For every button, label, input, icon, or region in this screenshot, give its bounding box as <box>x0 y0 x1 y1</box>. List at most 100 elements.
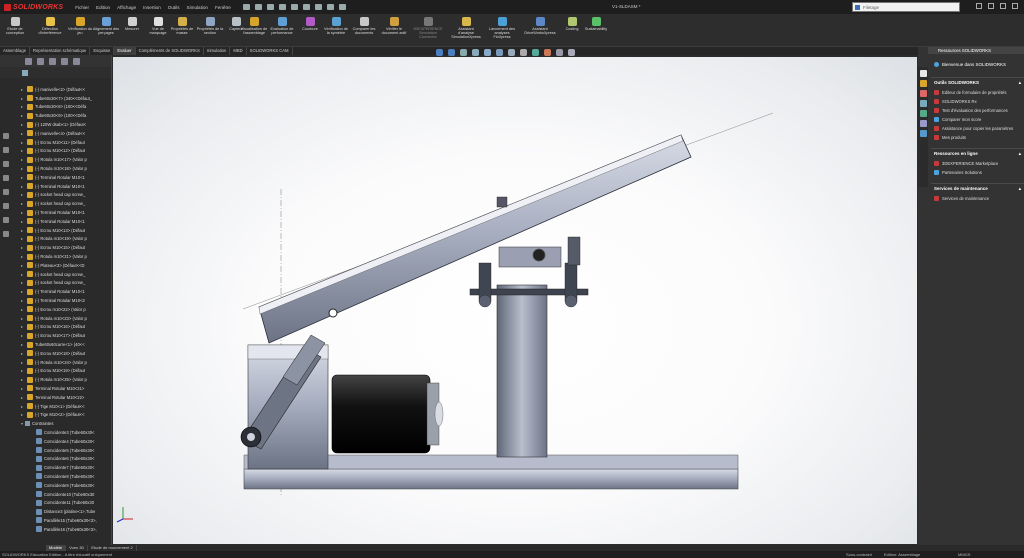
expand-arrow-icon[interactable]: ▸ <box>21 377 25 382</box>
expand-arrow-icon[interactable]: ▸ <box>21 219 25 224</box>
zoom-fit-icon[interactable] <box>436 49 443 56</box>
ribbon-button[interactable]: Etude de conception <box>2 17 28 35</box>
minimize-icon[interactable] <box>1000 3 1006 9</box>
collapse-icon[interactable]: ▴ <box>1019 151 1021 157</box>
ribbon-button[interactable]: Assistant DriveWorksXpress <box>524 17 556 35</box>
tree-item[interactable]: Coïncidente6 (Tube60x30< <box>0 454 112 463</box>
appearances-icon[interactable] <box>919 110 927 117</box>
graphics-area[interactable] <box>113 57 917 544</box>
tree-item[interactable]: ▸ (-) manivelle<4> (Défaut<< <box>0 129 112 138</box>
tree-item[interactable]: ▸ (-) Ecrou M10<15> (Défaut <box>0 243 112 252</box>
motor[interactable] <box>331 374 431 454</box>
menu-item[interactable]: Outils <box>168 5 180 10</box>
command-tab[interactable]: Simulation <box>204 47 231 55</box>
home-tab-icon[interactable] <box>919 70 927 77</box>
task-pane-link[interactable]: SOLIDWORKS Rx <box>931 97 1024 106</box>
hide-show-icon[interactable] <box>520 49 527 56</box>
custom-properties-icon[interactable] <box>919 120 927 127</box>
expand-arrow-icon[interactable]: ▸ <box>21 96 25 101</box>
tree-item[interactable]: ▸ (-) socket head cap screw_ <box>0 191 112 200</box>
assembly-model[interactable] <box>113 57 917 544</box>
upper-bracket[interactable] <box>498 246 562 268</box>
command-tab[interactable]: MBD <box>230 47 247 55</box>
task-pane-link[interactable]: Editeur de formulaire de propriétés <box>931 88 1024 97</box>
feature-tree-icon[interactable] <box>25 57 32 65</box>
config-manager-icon[interactable] <box>49 57 56 65</box>
expand-arrow-icon[interactable]: ▸ <box>21 131 25 136</box>
undo-icon[interactable] <box>302 4 310 10</box>
ribbon-button[interactable]: Mesurer <box>118 17 146 31</box>
section-header[interactable]: Services de maintenance ▴ <box>931 183 1024 194</box>
pivot-right[interactable] <box>567 236 581 266</box>
bracket-pin[interactable] <box>532 248 546 262</box>
tree-item[interactable]: ▸ Tube60x30<7> (340<<Défaut_ <box>0 94 112 103</box>
mate-icon[interactable] <box>3 203 9 209</box>
motion-icon[interactable] <box>3 133 9 139</box>
property-manager-icon[interactable] <box>37 57 44 65</box>
help-icon[interactable] <box>976 3 982 9</box>
dynamic-annotation-icon[interactable] <box>484 49 491 56</box>
expand-arrow-icon[interactable]: ▸ <box>21 148 25 153</box>
expand-arrow-icon[interactable]: ▸ <box>21 166 25 171</box>
ribbon-button[interactable]: Courbure <box>296 17 324 31</box>
task-pane-link[interactable]: Mes produits <box>931 133 1024 142</box>
tree-item[interactable]: ▸ (-) Ecrou M10<13> (Défaut <box>0 226 112 235</box>
section-header[interactable]: Ressources en ligne ▴ <box>931 148 1024 159</box>
home-icon[interactable] <box>242 4 250 10</box>
view-orientation-icon[interactable] <box>496 49 503 56</box>
expand-arrow-icon[interactable]: ▸ <box>21 333 25 338</box>
scene-icon[interactable] <box>544 49 551 56</box>
tree-item[interactable]: Coïncidente3 (Tube60x30< <box>0 428 112 437</box>
close-icon[interactable] <box>1012 3 1018 9</box>
expand-arrow-icon[interactable]: ▸ <box>21 210 25 215</box>
expand-arrow-icon[interactable]: ▸ <box>21 351 25 356</box>
display-pane-icon[interactable] <box>568 49 575 56</box>
tree-item[interactable]: ▸ (-) socket head cap screw_ <box>0 279 112 288</box>
status-units[interactable]: MMGS <box>958 552 970 557</box>
tree-item[interactable]: ▸ (-) Rotula m10<25> (Valor p <box>0 375 112 384</box>
tree-item[interactable]: Coïncidente9 (Tube60x30< <box>0 481 112 490</box>
tool-icon[interactable] <box>3 189 9 195</box>
ribbon-button[interactable]: Alignement des perçages <box>92 17 120 35</box>
menu-item[interactable]: Simulation <box>187 5 208 10</box>
task-pane-link[interactable]: Services de maintenance <box>931 194 1024 203</box>
tree-item[interactable]: ▸ (-) Ecrou M10<17> (Défaut <box>0 331 112 340</box>
expand-arrow-icon[interactable]: ▸ <box>21 104 25 109</box>
expand-arrow-icon[interactable]: ▸ <box>21 175 25 180</box>
expand-arrow-icon[interactable]: ▸ <box>21 386 25 391</box>
expand-arrow-icon[interactable]: ▸ <box>21 316 25 321</box>
tree-item[interactable]: ▸ (-) 120W dsab<1> (Défaut< <box>0 120 112 129</box>
tree-item[interactable]: ▸ (-) Ecrou M10<16> (Défaut <box>0 323 112 332</box>
ribbon-button[interactable]: Assistant d'analyse SimulationXpress <box>451 17 481 40</box>
expand-arrow-icon[interactable]: ▸ <box>21 395 25 400</box>
tree-item[interactable]: ▸ (-) Plateau<3> (Défaut<<D <box>0 261 112 270</box>
tree-item[interactable]: ▸ (-) Ecrou M10<12> (Défaut <box>0 147 112 156</box>
expand-arrow-icon[interactable]: ▸ <box>21 192 25 197</box>
select-icon[interactable] <box>314 4 322 10</box>
tree-item[interactable]: ▸ (-) Rotula m10<17> (Valor p <box>0 155 112 164</box>
vertical-post[interactable] <box>496 284 548 458</box>
section-header[interactable]: Outils SOLIDWORKS ▴ <box>931 77 1024 88</box>
tree-item[interactable]: ▸ Tube60x60carre<1> (40<< <box>0 340 112 349</box>
expand-arrow-icon[interactable]: ▸ <box>21 157 25 162</box>
tree-item[interactable]: ▸ (-) Terminal Rotular M10<2 <box>0 296 112 305</box>
print-icon[interactable] <box>290 4 298 10</box>
expand-arrow-icon[interactable]: ▸ <box>21 289 25 294</box>
tree-item[interactable]: ▸ (-) Ecrou m10<22> (Valor p <box>0 305 112 314</box>
expand-arrow-icon[interactable]: ▸ <box>21 280 25 285</box>
tree-item[interactable]: ▸ (-) manivelle<2> (Défaut<< <box>0 85 112 94</box>
menu-item[interactable]: Fichier <box>75 5 89 10</box>
view-icon[interactable] <box>3 147 9 153</box>
edit-appearance-icon[interactable] <box>532 49 539 56</box>
section-view-icon[interactable] <box>472 49 479 56</box>
rebuild-icon[interactable] <box>326 4 334 10</box>
expand-arrow-icon[interactable]: ▸ <box>21 113 25 118</box>
tree-item[interactable]: Coïncidente7 (Tube60x30< <box>0 463 112 472</box>
task-pane-link[interactable]: Comparer mon score <box>931 115 1024 124</box>
expand-arrow-icon[interactable]: ▸ <box>21 201 25 206</box>
expand-arrow-icon[interactable]: ▸ <box>21 298 25 303</box>
tube-fastener[interactable] <box>496 196 508 208</box>
expand-arrow-icon[interactable]: ▸ <box>21 263 25 268</box>
collapse-icon[interactable]: ▴ <box>1019 80 1021 86</box>
sketch-icon[interactable] <box>3 175 9 181</box>
